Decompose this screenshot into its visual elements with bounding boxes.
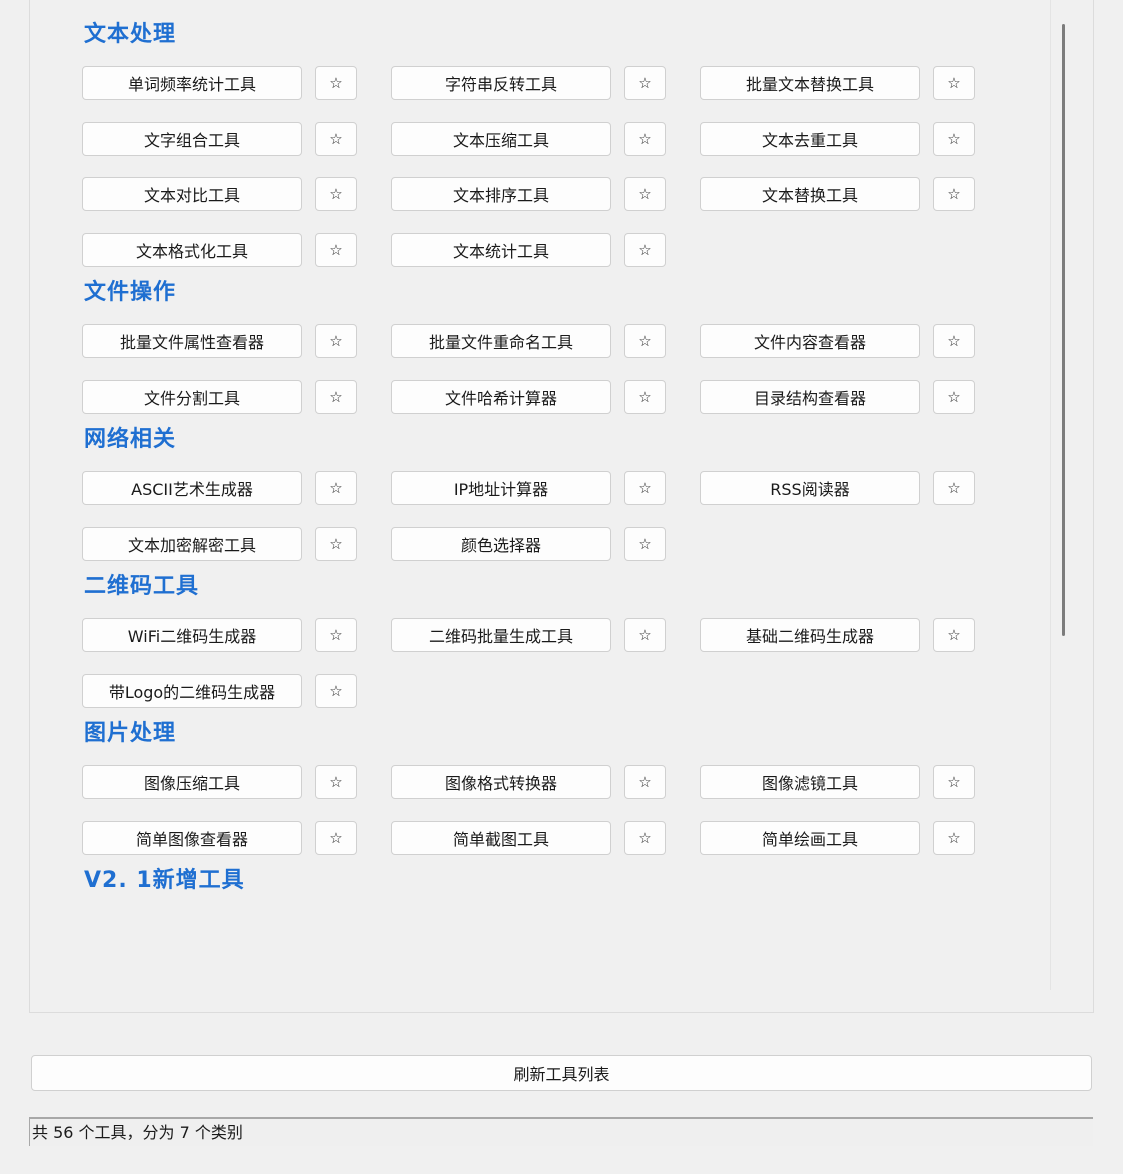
- tool-button[interactable]: 简单绘画工具: [700, 821, 920, 855]
- favorite-star-icon[interactable]: ☆: [315, 177, 357, 211]
- tool-button[interactable]: 文本替换工具: [700, 177, 920, 211]
- favorite-star-icon[interactable]: ☆: [933, 324, 975, 358]
- favorite-star-icon[interactable]: ☆: [315, 618, 357, 652]
- tool-button[interactable]: RSS阅读器: [700, 471, 920, 505]
- tool-button[interactable]: 文本对比工具: [82, 177, 302, 211]
- tool-button[interactable]: 文字组合工具: [82, 122, 302, 156]
- favorite-star-icon[interactable]: ☆: [624, 177, 666, 211]
- favorite-star-icon[interactable]: ☆: [315, 527, 357, 561]
- favorite-star-icon[interactable]: ☆: [933, 618, 975, 652]
- tool-button[interactable]: 带Logo的二维码生成器: [82, 674, 302, 708]
- tool-button[interactable]: 文本统计工具: [391, 233, 611, 267]
- favorite-star-icon[interactable]: ☆: [624, 821, 666, 855]
- tool-button[interactable]: 基础二维码生成器: [700, 618, 920, 652]
- tool-button[interactable]: 批量文件重命名工具: [391, 324, 611, 358]
- favorite-star-icon[interactable]: ☆: [624, 471, 666, 505]
- category-title: 图片处理: [84, 721, 177, 746]
- favorite-star-icon[interactable]: ☆: [315, 66, 357, 100]
- favorite-star-icon[interactable]: ☆: [624, 324, 666, 358]
- tool-button[interactable]: ASCII艺术生成器: [82, 471, 302, 505]
- tool-button[interactable]: IP地址计算器: [391, 471, 611, 505]
- panel-divider: [1050, 0, 1051, 990]
- favorite-star-icon[interactable]: ☆: [933, 380, 975, 414]
- refresh-tool-list-button[interactable]: 刷新工具列表: [31, 1055, 1092, 1091]
- favorite-star-icon[interactable]: ☆: [933, 765, 975, 799]
- tool-button[interactable]: WiFi二维码生成器: [82, 618, 302, 652]
- favorite-star-icon[interactable]: ☆: [315, 674, 357, 708]
- tool-button[interactable]: 文本格式化工具: [82, 233, 302, 267]
- favorite-star-icon[interactable]: ☆: [315, 122, 357, 156]
- tool-button[interactable]: 简单截图工具: [391, 821, 611, 855]
- favorite-star-icon[interactable]: ☆: [624, 527, 666, 561]
- favorite-star-icon[interactable]: ☆: [315, 765, 357, 799]
- tool-button[interactable]: 批量文本替换工具: [700, 66, 920, 100]
- category-title: 文本处理: [84, 22, 177, 47]
- tool-button[interactable]: 文本压缩工具: [391, 122, 611, 156]
- tool-button[interactable]: 文本加密解密工具: [82, 527, 302, 561]
- favorite-star-icon[interactable]: ☆: [933, 177, 975, 211]
- tool-button[interactable]: 二维码批量生成工具: [391, 618, 611, 652]
- category-title: V2. 1新增工具: [84, 868, 245, 893]
- category-title: 网络相关: [84, 427, 177, 452]
- favorite-star-icon[interactable]: ☆: [315, 821, 357, 855]
- tool-button[interactable]: 文件分割工具: [82, 380, 302, 414]
- tool-button[interactable]: 批量文件属性查看器: [82, 324, 302, 358]
- status-bar: 共 56 个工具，分为 7 个类别: [29, 1117, 1093, 1146]
- favorite-star-icon[interactable]: ☆: [624, 233, 666, 267]
- tool-button[interactable]: 图像滤镜工具: [700, 765, 920, 799]
- favorite-star-icon[interactable]: ☆: [624, 122, 666, 156]
- favorite-star-icon[interactable]: ☆: [624, 66, 666, 100]
- category-title: 二维码工具: [84, 574, 200, 599]
- tool-button[interactable]: 文件哈希计算器: [391, 380, 611, 414]
- scrollbar-thumb[interactable]: [1062, 24, 1065, 636]
- favorite-star-icon[interactable]: ☆: [933, 122, 975, 156]
- favorite-star-icon[interactable]: ☆: [933, 821, 975, 855]
- category-title: 文件操作: [84, 280, 177, 305]
- favorite-star-icon[interactable]: ☆: [933, 471, 975, 505]
- tool-button[interactable]: 文件内容查看器: [700, 324, 920, 358]
- favorite-star-icon[interactable]: ☆: [315, 233, 357, 267]
- favorite-star-icon[interactable]: ☆: [315, 471, 357, 505]
- tool-button[interactable]: 简单图像查看器: [82, 821, 302, 855]
- favorite-star-icon[interactable]: ☆: [933, 66, 975, 100]
- favorite-star-icon[interactable]: ☆: [624, 618, 666, 652]
- favorite-star-icon[interactable]: ☆: [624, 765, 666, 799]
- tool-button[interactable]: 图像格式转换器: [391, 765, 611, 799]
- tool-button[interactable]: 图像压缩工具: [82, 765, 302, 799]
- tool-button[interactable]: 文本排序工具: [391, 177, 611, 211]
- favorite-star-icon[interactable]: ☆: [315, 324, 357, 358]
- favorite-star-icon[interactable]: ☆: [624, 380, 666, 414]
- tool-button[interactable]: 文本去重工具: [700, 122, 920, 156]
- tool-button[interactable]: 颜色选择器: [391, 527, 611, 561]
- tool-button[interactable]: 目录结构查看器: [700, 380, 920, 414]
- tool-button[interactable]: 字符串反转工具: [391, 66, 611, 100]
- favorite-star-icon[interactable]: ☆: [315, 380, 357, 414]
- tool-button[interactable]: 单词频率统计工具: [82, 66, 302, 100]
